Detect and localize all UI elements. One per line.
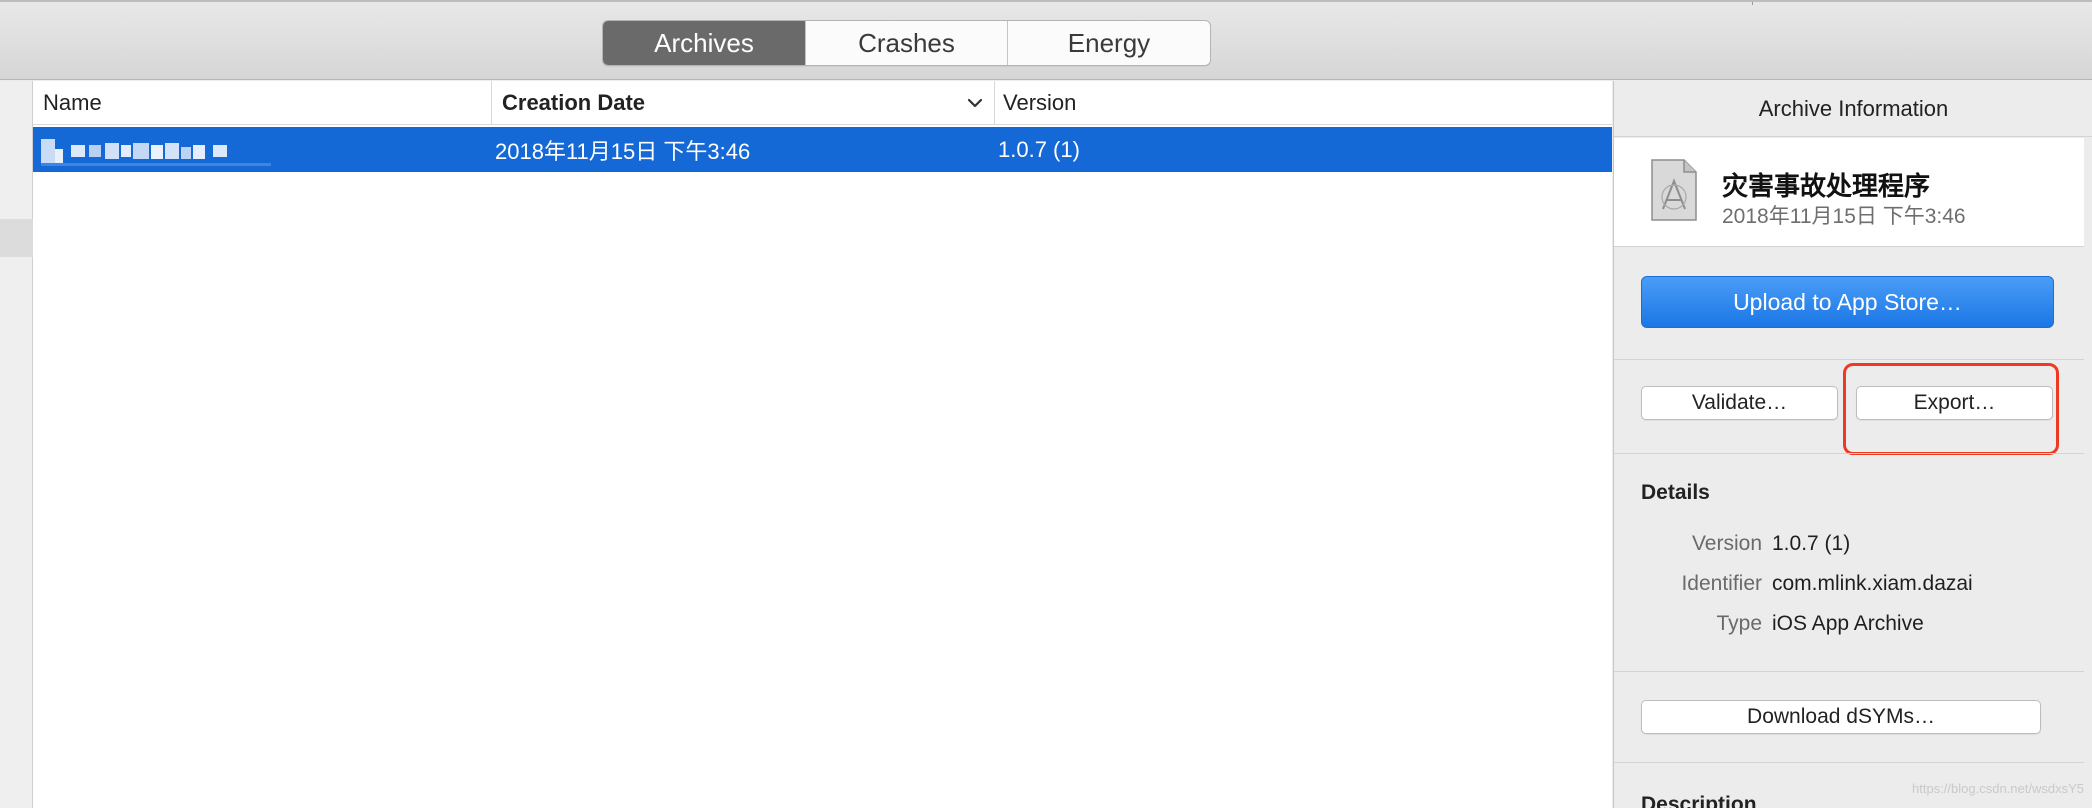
divider xyxy=(1614,453,2084,454)
detail-value-type: iOS App Archive xyxy=(1772,612,1924,635)
download-dsyms-button[interactable]: Download dSYMs… xyxy=(1641,700,2041,734)
column-header-name-label: Name xyxy=(43,90,102,115)
archive-date: 2018年11月15日 下午3:46 xyxy=(1722,205,1966,228)
archive-inspector: Archive Information 灾害事故处理程序 2018年11月15日… xyxy=(1613,81,2092,808)
tab-energy[interactable]: Energy xyxy=(1007,21,1210,65)
detail-value-version: 1.0.7 (1) xyxy=(1772,532,1851,555)
detail-value-identifier: com.mlink.xiam.dazai xyxy=(1772,572,1973,595)
column-header-version-label: Version xyxy=(1003,90,1077,115)
table-header: Name Creation Date Version xyxy=(33,81,1612,125)
detail-label-version: Version xyxy=(1691,532,1762,555)
detail-label-type: Type xyxy=(1716,612,1762,635)
column-header-version[interactable]: Version xyxy=(994,81,1594,125)
validate-button[interactable]: Validate… xyxy=(1641,386,1838,420)
column-header-name[interactable]: Name xyxy=(43,81,493,125)
detail-label-identifier: Identifier xyxy=(1681,572,1762,595)
table-row[interactable]: 2018年11月15日 下午3:46 1.0.7 (1) xyxy=(33,127,1612,172)
sidebar-gutter xyxy=(0,81,33,808)
divider xyxy=(1614,671,2084,672)
description-heading: Description xyxy=(1641,793,1757,808)
archive-summary: 灾害事故处理程序 2018年11月15日 下午3:46 xyxy=(1614,138,2084,247)
divider xyxy=(1614,762,2084,763)
archive-document-icon xyxy=(1651,159,1697,221)
toolbar: Archives Crashes Energy xyxy=(0,0,2092,80)
sidebar-selection xyxy=(0,219,33,257)
app-name: 灾害事故处理程序 xyxy=(1722,171,1931,201)
chevron-down-icon[interactable] xyxy=(965,93,985,113)
watermark: https://blog.csdn.net/wsdxsY5 xyxy=(1912,781,2084,796)
archive-name-redacted xyxy=(41,139,271,166)
column-header-date-label: Creation Date xyxy=(502,90,646,115)
organizer-segmented-control: Archives Crashes Energy xyxy=(602,20,1211,66)
row-creation-date: 2018年11月15日 下午3:46 xyxy=(495,138,751,164)
divider xyxy=(1614,359,2084,360)
toolbar-divider xyxy=(1752,2,1753,5)
archives-table: Name Creation Date Version 2018年11月15日 下… xyxy=(33,81,1612,808)
row-version: 1.0.7 (1) xyxy=(998,136,1080,162)
details-heading: Details xyxy=(1641,481,1710,504)
tab-archives[interactable]: Archives xyxy=(603,21,805,65)
column-header-creation-date[interactable]: Creation Date xyxy=(491,81,996,125)
inspector-title: Archive Information xyxy=(1614,81,2092,137)
upload-to-app-store-button[interactable]: Upload to App Store… xyxy=(1641,276,2054,328)
tab-crashes[interactable]: Crashes xyxy=(805,21,1007,65)
export-highlight-annotation xyxy=(1843,363,2059,455)
